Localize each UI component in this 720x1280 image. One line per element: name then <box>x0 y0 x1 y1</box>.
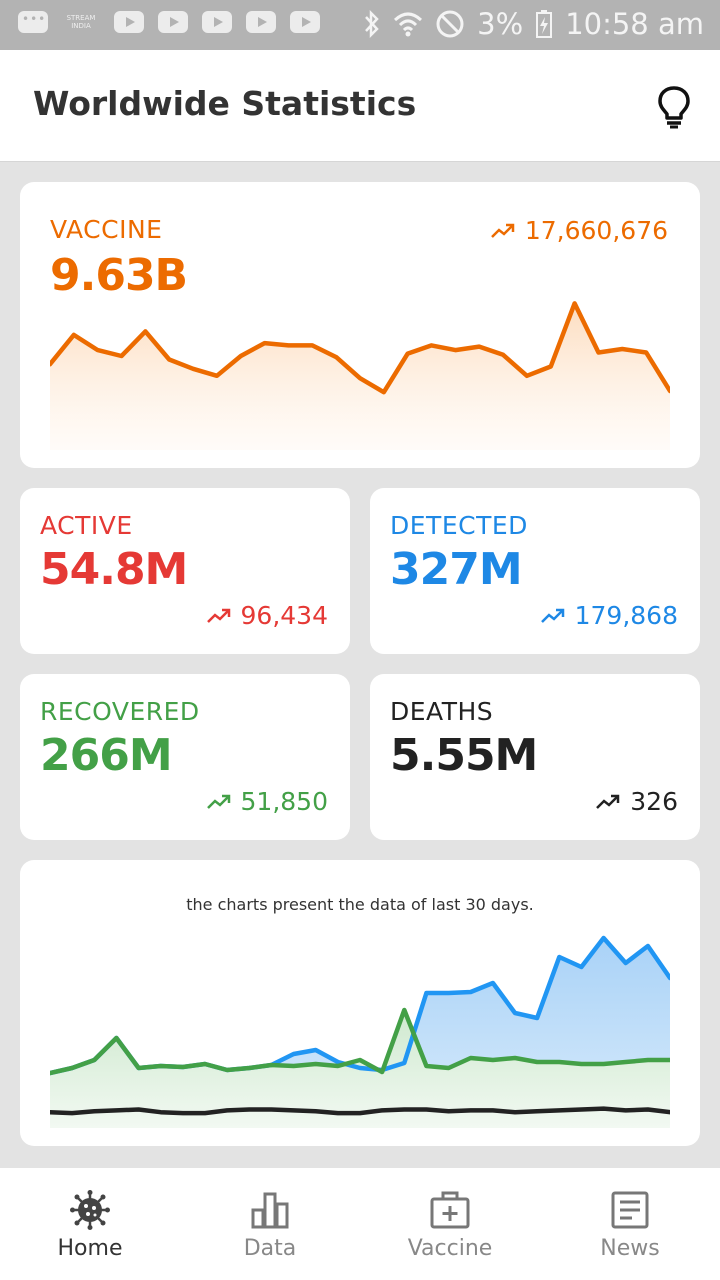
vaccine-daily-value: 17,660,676 <box>524 216 668 245</box>
nav-data[interactable]: Data <box>180 1168 360 1280</box>
bar-chart-icon <box>251 1192 289 1229</box>
message-icon <box>18 11 48 33</box>
deaths-total: 5.55M <box>390 730 538 781</box>
nav-data-label: Data <box>243 1236 297 1261</box>
battery-percent: 3% <box>477 7 524 41</box>
vaccine-card[interactable]: VACCINE 9.63B 17,660,676 <box>20 182 700 468</box>
deaths-daily: 326 <box>596 787 678 816</box>
recovered-card[interactable]: RECOVERED 266M 51,850 <box>20 674 350 840</box>
page-title: Worldwide Statistics <box>33 84 417 123</box>
youtube-icon <box>158 11 188 33</box>
detected-daily: 179,868 <box>540 601 678 630</box>
medical-kit-icon <box>430 1191 470 1229</box>
youtube-icon <box>246 11 276 33</box>
recovered-label: RECOVERED <box>40 697 200 726</box>
chart-caption: the charts present the data of last 30 d… <box>186 895 534 914</box>
detected-total: 327M <box>390 544 523 595</box>
detected-card[interactable]: DETECTED 327M 179,868 <box>370 488 700 654</box>
do-not-disturb-icon <box>436 10 464 38</box>
active-total: 54.8M <box>40 544 188 595</box>
bluetooth-icon <box>365 10 379 38</box>
youtube-icon <box>114 11 144 33</box>
news-icon <box>611 1191 649 1229</box>
virus-icon <box>70 1190 110 1230</box>
notification-icons: STREAM INDIA <box>18 11 320 33</box>
detected-label: DETECTED <box>390 511 528 540</box>
comparison-chart <box>50 935 670 1128</box>
trending-up-icon <box>596 794 620 809</box>
app-header: Worldwide Statistics <box>0 50 720 162</box>
youtube-icon <box>290 11 320 33</box>
nav-vaccine[interactable]: Vaccine <box>360 1168 540 1280</box>
active-label: ACTIVE <box>40 511 133 540</box>
nav-news[interactable]: News <box>540 1168 720 1280</box>
bottom-navigation: Home Data Vaccine News <box>0 1168 720 1280</box>
stream-india-icon: STREAM INDIA <box>66 14 96 30</box>
vaccine-trend-chart <box>50 301 670 450</box>
nav-home[interactable]: Home <box>0 1168 180 1280</box>
detected-daily-value: 179,868 <box>574 601 678 630</box>
comparison-chart-card: the charts present the data of last 30 d… <box>20 860 700 1146</box>
active-daily: 96,434 <box>206 601 328 630</box>
recovered-daily: 51,850 <box>206 787 328 816</box>
lightbulb-icon[interactable] <box>656 85 692 129</box>
deaths-daily-value: 326 <box>630 787 678 816</box>
active-card[interactable]: ACTIVE 54.8M 96,434 <box>20 488 350 654</box>
clock: 10:58 am <box>565 7 704 41</box>
recovered-total: 266M <box>40 730 173 781</box>
wifi-icon <box>394 12 423 37</box>
active-daily-value: 96,434 <box>240 601 328 630</box>
deaths-card[interactable]: DEATHS 5.55M 326 <box>370 674 700 840</box>
system-icons: 3% 10:58 am <box>363 7 704 41</box>
status-bar: STREAM INDIA 3% 10:58 am <box>0 0 720 50</box>
nav-vaccine-label: Vaccine <box>407 1236 493 1261</box>
nav-news-label: News <box>600 1236 660 1261</box>
nav-home-label: Home <box>57 1236 123 1261</box>
vaccine-label: VACCINE <box>50 215 163 244</box>
recovered-daily-value: 51,850 <box>240 787 328 816</box>
trending-up-icon <box>206 608 230 623</box>
trending-up-icon <box>206 794 230 809</box>
battery-charging-icon <box>536 10 553 38</box>
trending-up-icon <box>540 608 564 623</box>
vaccine-daily: 17,660,676 <box>490 216 668 245</box>
youtube-icon <box>202 11 232 33</box>
deaths-label: DEATHS <box>390 697 494 726</box>
trending-up-icon <box>490 223 515 238</box>
